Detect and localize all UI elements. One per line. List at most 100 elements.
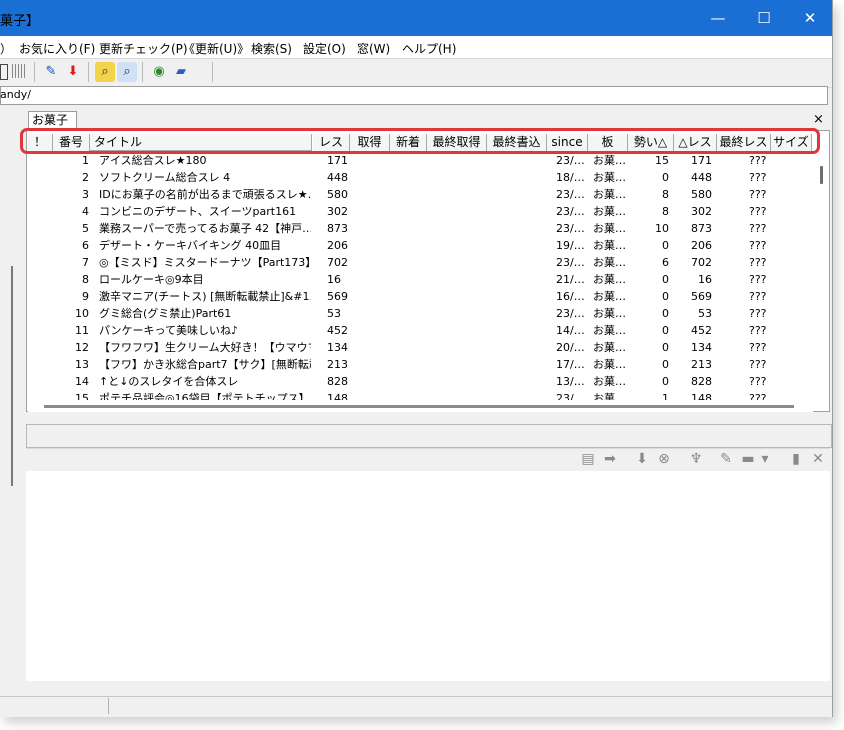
row-board: お菓… (593, 154, 626, 167)
toolbar-separator (142, 62, 143, 82)
edit-icon[interactable]: ✎ (716, 450, 736, 468)
row-res: 448 (327, 171, 348, 184)
row-board: お菓… (593, 239, 626, 252)
maximize-button[interactable]: ☐ (741, 0, 787, 36)
trophy-icon[interactable]: ♆ (686, 450, 706, 468)
table-row[interactable]: 5 業務スーパーで売ってるお菓子 42【神戸… 873 23/… お菓… 10 873??? (27, 220, 813, 237)
row-res: 580 (327, 188, 348, 201)
table-row[interactable]: 13 【フワ】かき氷総合part7【サク】[無断転載… 213 17/… お菓… 0 213… (27, 356, 813, 373)
row-since: 23/… (556, 307, 585, 320)
row-number: 9 (82, 290, 89, 303)
tab-close-icon[interactable]: × (813, 112, 824, 127)
row-board: お菓… (593, 307, 626, 320)
row-momentum: 0 (662, 341, 669, 354)
menu-item-search[interactable]: 検索(S) (251, 40, 292, 57)
table-row[interactable]: 10 グミ総合(グミ禁止)Part61 53 23/… お菓… 0 53??? (27, 305, 813, 322)
row-title: グミ総合(グミ禁止)Part61 (99, 307, 232, 320)
row-delta-res: 580 (691, 188, 712, 201)
row-board: お菓… (593, 290, 626, 303)
table-row[interactable]: 12 【フワフワ】生クリーム大好き！【ウマウマ】8パッ… 134 20/… お菓… 0 13… (27, 339, 813, 356)
menu-item-window[interactable]: 窓(W) (357, 40, 390, 57)
row-since: 14/… (556, 324, 585, 337)
status-bar (0, 696, 832, 717)
search-icon[interactable]: ⌕ (95, 62, 115, 82)
document-icon[interactable]: ▤ (578, 450, 598, 468)
address-text: andy/ (0, 88, 31, 101)
menu-item-settings[interactable]: 設定(O) (303, 40, 346, 57)
row-since: 17/… (556, 358, 585, 371)
book-icon[interactable]: ▰ (171, 62, 191, 82)
minimize-button[interactable]: — (695, 0, 741, 36)
row-title: ソフトクリーム総合スレ 4 (99, 171, 231, 184)
trash-icon[interactable]: ▮ (786, 450, 806, 468)
columns-icon[interactable] (12, 64, 26, 78)
row-title: IDにお菓子の名前が出るまで頑張るスレ★… (99, 188, 311, 201)
row-momentum: 0 (662, 358, 669, 371)
row-board: お菓… (593, 222, 626, 235)
row-momentum: 6 (662, 256, 669, 269)
row-last-res: ??? (749, 239, 767, 252)
row-number: 13 (75, 358, 89, 371)
row-last-res: ??? (749, 154, 767, 167)
row-title: 業務スーパーで売ってるお菓子 42【神戸… (99, 222, 311, 235)
folder-icon[interactable]: ▬ (738, 450, 758, 468)
down-arrow-icon[interactable]: ⬇ (63, 62, 83, 82)
layout-icon[interactable] (0, 64, 8, 80)
menu-item-favorites[interactable]: お気に入り(F) (19, 40, 95, 57)
row-momentum: 0 (662, 324, 669, 337)
row-momentum: 0 (662, 171, 669, 184)
chevron-down-icon[interactable]: ▾ (758, 450, 772, 468)
thread-info-bar (26, 424, 832, 448)
menu-item-update[interactable]: 《更新(U)》 (183, 40, 249, 57)
forward-icon[interactable]: ➡ (600, 450, 620, 468)
table-row[interactable]: 6 デザート・ケーキバイキング 40皿目 206 19/… お菓… 0 206??? (27, 237, 813, 254)
row-momentum: 0 (662, 239, 669, 252)
globe-icon[interactable]: ◉ (149, 62, 169, 82)
address-bar[interactable] (0, 86, 828, 105)
row-delta-res: 213 (691, 358, 712, 371)
table-row[interactable]: 11 パンケーキって美味しいね♪ 452 14/… お菓… 0 452??? (27, 322, 813, 339)
row-title: 激辛マニア(チートス) [無断転載禁止]&#1… (99, 290, 311, 303)
menu-item-help[interactable]: ヘルプ(H) (402, 40, 456, 57)
table-row[interactable]: 3 IDにお菓子の名前が出るまで頑張るスレ★… 580 23/… お菓… 8 580??? (27, 186, 813, 203)
row-last-res: ??? (749, 256, 767, 269)
vertical-scrollbar[interactable] (815, 154, 828, 398)
pencil-icon[interactable]: ✎ (41, 62, 61, 82)
toolbar-separator (34, 62, 35, 82)
row-number: 3 (82, 188, 89, 201)
table-row[interactable]: 8 ロールケーキ◎9本目 16 21/… お菓… 0 16??? (27, 271, 813, 288)
row-board: お菓… (593, 273, 626, 286)
menu-item-update-check[interactable]: 更新チェック(P) (99, 40, 188, 57)
row-res: 53 (327, 307, 341, 320)
row-res: 569 (327, 290, 348, 303)
table-row[interactable]: 7 ◎【ミスド】ミスタードーナツ【Part173】◎ 702 23/… お菓… 6 702?… (27, 254, 813, 271)
toolbar-separator (212, 62, 213, 82)
table-row[interactable]: 1 アイス総合スレ★180 171 23/… お菓… 15 171??? (27, 152, 813, 169)
table-row[interactable]: 2 ソフトクリーム総合スレ 4 448 18/… お菓… 0 448??? (27, 169, 813, 186)
close-viewer-icon[interactable]: ✕ (808, 450, 828, 468)
row-last-res: ??? (749, 171, 767, 184)
stop-icon[interactable]: ⊗ (654, 450, 674, 468)
table-row[interactable]: 9 激辛マニア(チートス) [無断転載禁止]&#1… 569 16/… お菓… 0 569?… (27, 288, 813, 305)
row-res: 702 (327, 256, 348, 269)
thread-view-pane (26, 471, 830, 681)
menu-item-partial[interactable]: ） (0, 40, 12, 57)
table-row[interactable]: 4 コンビニのデザート、スイーツpart161 302 23/… お菓… 8 302??? (27, 203, 813, 220)
row-momentum: 15 (655, 154, 669, 167)
close-button[interactable]: ✕ (787, 0, 833, 36)
row-res: 213 (327, 358, 348, 371)
search-board-icon[interactable]: ⌕ (117, 62, 137, 82)
tab-okashi[interactable]: お菓子 (28, 111, 77, 129)
down-icon[interactable]: ⬇ (632, 450, 652, 468)
row-board: お菓… (593, 205, 626, 218)
row-momentum: 0 (662, 375, 669, 388)
row-board: お菓… (593, 171, 626, 184)
horizontal-scroll-thumb[interactable] (44, 405, 794, 408)
vertical-scroll-thumb[interactable] (820, 166, 823, 184)
window-title: 菓子】 (0, 14, 40, 29)
row-last-res: ??? (749, 222, 767, 235)
row-res: 302 (327, 205, 348, 218)
row-board: お菓… (593, 256, 626, 269)
left-scroll-thumb[interactable] (11, 266, 13, 486)
table-row[interactable]: 14 ↑と↓のスレタイを合体スレ 828 13/… お菓… 0 828??? (27, 373, 813, 390)
